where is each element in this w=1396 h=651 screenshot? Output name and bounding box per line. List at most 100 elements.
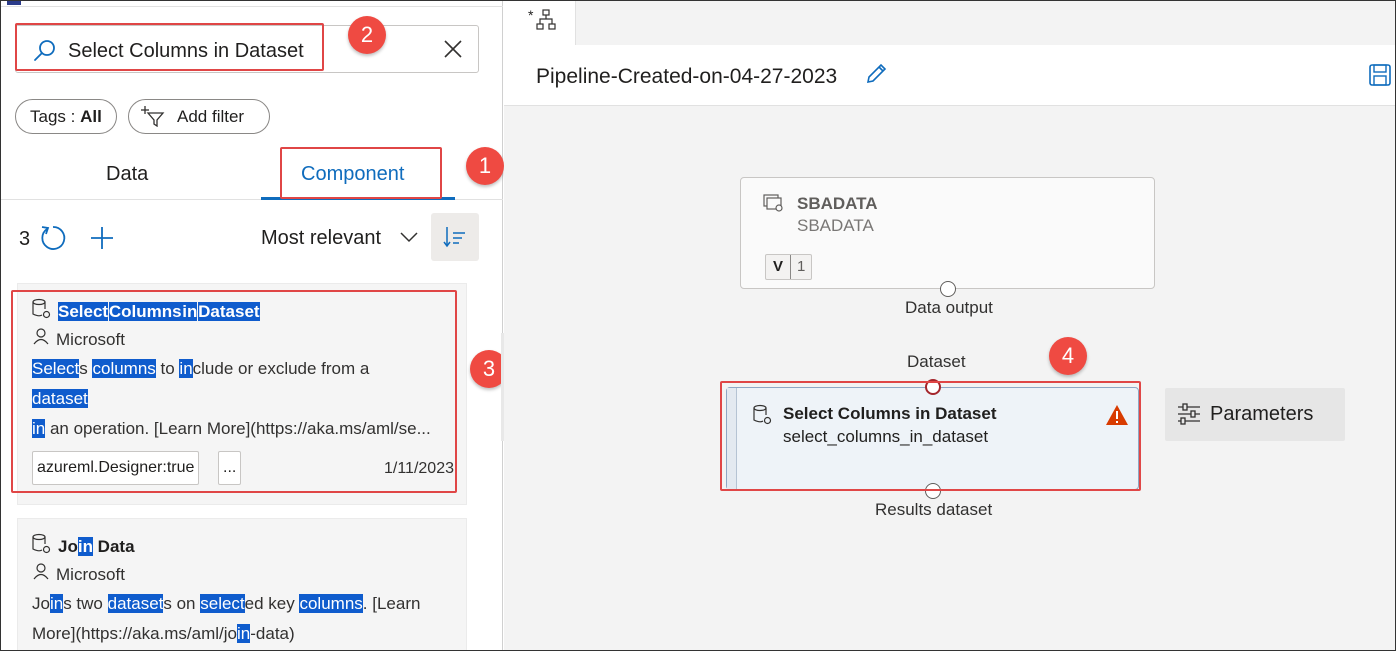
- document-tab-bar: *: [504, 1, 1395, 45]
- component-icon: [32, 533, 51, 554]
- card-title-part: Select: [58, 302, 109, 321]
- component-card-select-columns[interactable]: Select Columns in Dataset Microsoft Sele…: [17, 283, 467, 505]
- tags-filter-pill[interactable]: Tags : All: [15, 99, 117, 134]
- dataset-input-label: Dataset: [907, 352, 966, 371]
- parameters-icon: [1178, 403, 1200, 425]
- component-node-title: Select Columns in Dataset: [783, 404, 997, 423]
- card-more-tags[interactable]: ...: [218, 451, 242, 485]
- desc-segment: select: [200, 594, 245, 613]
- search-input[interactable]: Select Columns in Dataset: [68, 40, 304, 63]
- asset-library-panel: Select Columns in Dataset 2 Tags : All A…: [1, 1, 508, 650]
- tab-component[interactable]: Component: [301, 163, 404, 186]
- desc-segment: dataset: [32, 389, 88, 408]
- card-title-part: Jo: [58, 537, 78, 556]
- desc-segment: More](https://aka.ms/aml/jo: [32, 624, 238, 643]
- version-tag: V1: [765, 254, 813, 280]
- node-left-bar: [727, 388, 737, 489]
- component-card-join-data[interactable]: Join Data Microsoft Joins two datasets o…: [17, 518, 467, 650]
- collapsed-header-mark: [7, 1, 21, 5]
- card-description-line: in an operation. [Learn More](https://ak…: [32, 414, 431, 444]
- card-description-line: Selects columns to include or exclude fr…: [32, 354, 369, 384]
- component-node-select-columns[interactable]: Select Columns in Dataset select_columns…: [726, 387, 1139, 490]
- card-title-part: in: [77, 537, 93, 556]
- tags-filter-prefix: Tags :: [30, 107, 76, 126]
- pipeline-header: Pipeline-Created-on-04-27-2023: [504, 45, 1395, 106]
- refresh-icon[interactable]: [39, 224, 67, 252]
- card-author: Microsoft: [56, 330, 125, 349]
- annotation-badge-4: 4: [1049, 337, 1087, 375]
- dataset-node-title: SBADATA: [797, 194, 878, 213]
- dataset-node-sbadata[interactable]: SBADATA SBADATA V1: [740, 177, 1155, 289]
- add-filter-label: Add filter: [177, 107, 245, 126]
- card-description-line: Joins two datasets on selected key colum…: [32, 589, 420, 619]
- card-date: 1/11/2023: [384, 460, 454, 477]
- pipeline-document-tab[interactable]: *: [504, 1, 576, 45]
- card-description-line: More](https://aka.ms/aml/join-data): [32, 619, 295, 649]
- component-icon: [753, 404, 772, 425]
- annotation-badge-1: 1: [466, 147, 504, 185]
- dataset-node-subtitle: SBADATA: [797, 216, 874, 235]
- clear-search-icon[interactable]: [442, 38, 464, 60]
- desc-segment: in: [179, 359, 193, 378]
- sort-order-icon: [443, 227, 465, 248]
- component-node-subtitle: select_columns_in_dataset: [783, 427, 989, 446]
- desc-segment: in: [32, 419, 46, 438]
- results-dataset-label: Results dataset: [875, 500, 993, 519]
- search-icon: [34, 40, 55, 61]
- save-icon[interactable]: [1368, 63, 1392, 87]
- desc-segment: Jo: [32, 594, 50, 613]
- person-icon: [33, 328, 49, 345]
- search-box[interactable]: Select Columns in Dataset: [15, 25, 479, 73]
- desc-segment: an operation. [Learn More](https://aka.m…: [45, 419, 431, 438]
- desc-segment: Select: [32, 359, 80, 378]
- card-title-part: Dataset: [198, 302, 260, 321]
- sort-dropdown[interactable]: Most relevant: [261, 227, 381, 250]
- chevron-down-icon[interactable]: [399, 229, 419, 245]
- add-filter-icon: [141, 106, 165, 127]
- desc-segment: to: [155, 359, 180, 378]
- card-author: Microsoft: [56, 565, 125, 584]
- tab-active-indicator: [261, 197, 455, 200]
- tags-filter-value: All: [80, 107, 102, 126]
- version-tag-label: V: [766, 255, 792, 279]
- component-icon: [32, 298, 51, 319]
- desc-segment: s two: [63, 594, 108, 613]
- card-title-part: Data: [92, 537, 135, 556]
- pipeline-icon: [536, 9, 556, 30]
- desc-segment: . [Learn: [362, 594, 421, 613]
- screenshot-frame: Select Columns in Dataset 2 Tags : All A…: [0, 0, 1396, 651]
- desc-segment: columns: [299, 594, 363, 613]
- desc-segment: s: [79, 359, 93, 378]
- parameters-button[interactable]: Parameters: [1165, 388, 1345, 441]
- add-filter-button[interactable]: Add filter: [128, 99, 270, 134]
- desc-segment: ed key: [244, 594, 300, 613]
- desc-segment: columns: [92, 359, 156, 378]
- card-title: Select Columns in Dataset: [58, 302, 260, 322]
- dataset-input-port[interactable]: [925, 379, 941, 395]
- desc-segment: dataset: [107, 594, 164, 613]
- card-tag[interactable]: azureml.Designer:true: [32, 451, 200, 485]
- card-title: Join Data: [58, 537, 135, 557]
- annotation-badge-2: 2: [348, 16, 386, 54]
- parameters-label: Parameters: [1210, 403, 1314, 425]
- edit-icon[interactable]: [864, 62, 888, 86]
- pipeline-title: Pipeline-Created-on-04-27-2023: [536, 65, 838, 88]
- unsaved-marker: *: [528, 7, 534, 23]
- dataset-icon: [763, 194, 783, 212]
- panel-top-strip: [1, 1, 503, 7]
- data-output-label: Data output: [905, 298, 993, 317]
- desc-segment: in: [237, 624, 251, 643]
- card-title-part: in: [182, 302, 198, 321]
- tab-data[interactable]: Data: [106, 163, 148, 186]
- card-title-part: Columns: [108, 302, 182, 321]
- warning-icon[interactable]: [1105, 404, 1129, 426]
- pipeline-canvas-area: * Pipeline-Created-on-04-27-2023 SBADATA…: [504, 1, 1395, 650]
- desc-segment: -data): [250, 624, 295, 643]
- card-description-line: dataset: [32, 384, 88, 414]
- results-dataset-port[interactable]: [925, 483, 941, 499]
- person-icon: [33, 563, 49, 580]
- data-output-port[interactable]: [940, 281, 956, 297]
- sort-order-button[interactable]: [431, 213, 479, 261]
- result-count: 3: [19, 228, 31, 250]
- add-icon[interactable]: [89, 225, 115, 251]
